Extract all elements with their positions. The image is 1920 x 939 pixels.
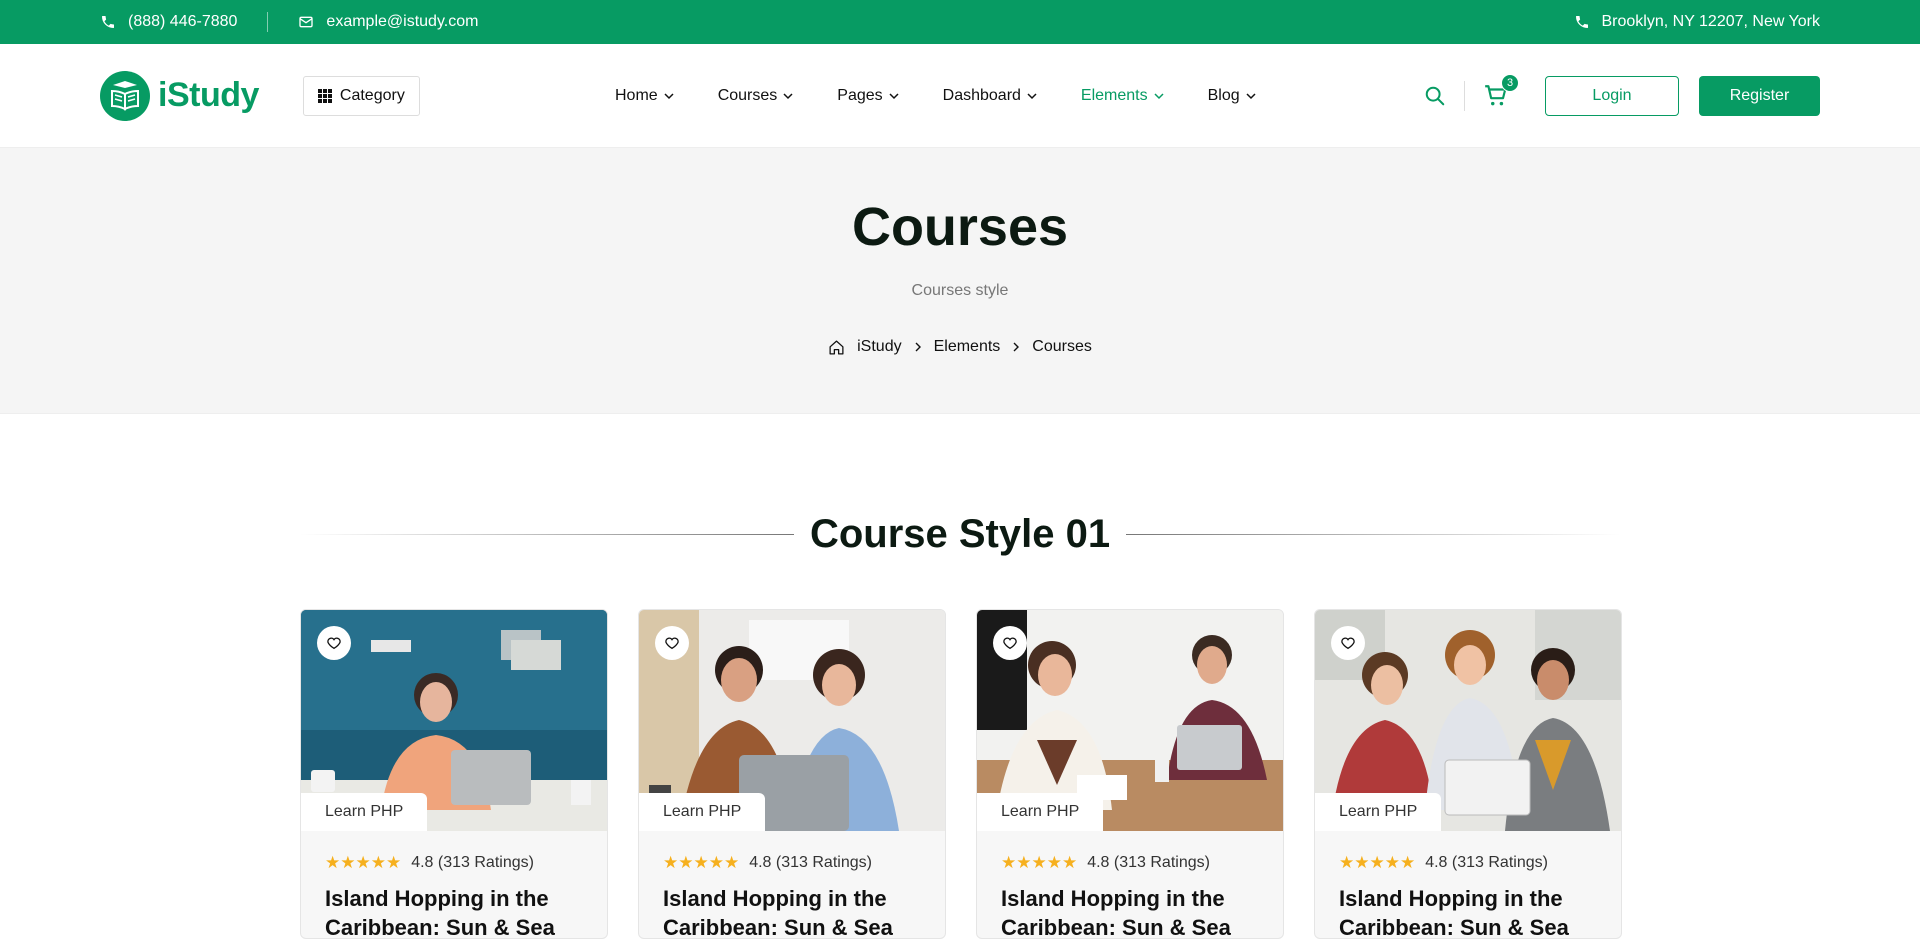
section-divider-left [300, 534, 794, 535]
login-button[interactable]: Login [1545, 76, 1679, 116]
topbar-phone-text: (888) 446-7880 [128, 13, 238, 30]
page-title: Courses [851, 197, 1069, 257]
wishlist-button[interactable] [655, 626, 689, 660]
topbar-email[interactable]: example@istudy.com [298, 13, 478, 31]
section-header: Course Style 01 [300, 512, 1621, 557]
logo-book-icon [100, 70, 150, 121]
chevron-right-icon [915, 342, 921, 352]
header-actions: 3 Login Register [1424, 44, 1820, 148]
section-title: Course Style 01 [809, 512, 1111, 556]
mail-icon [299, 16, 314, 28]
course-category-tag[interactable]: Learn PHP [639, 793, 766, 831]
rating-text: 4.8 (313 Ratings) [1425, 854, 1548, 871]
category-button[interactable]: Category [302, 75, 420, 116]
chevron-right-icon [1013, 342, 1020, 352]
section-divider-right [1126, 534, 1621, 535]
course-category-tag[interactable]: Learn PHP [1315, 793, 1442, 831]
chevron-down-icon [1154, 93, 1164, 100]
course-title[interactable]: Island Hopping in the Caribbean: Sun & S… [977, 873, 1283, 938]
nav-label: Courses [717, 87, 778, 104]
rating-stars: ★★★★★ [1339, 853, 1416, 872]
logo-text: iStudy [158, 76, 259, 114]
chevron-down-icon [783, 93, 793, 100]
rating-stars: ★★★★★ [1001, 853, 1078, 872]
course-card[interactable]: Learn PHP ★★★★★ 4.8 (313 Ratings) Island… [300, 609, 608, 939]
course-image[interactable]: Learn PHP [639, 610, 945, 831]
course-rating: ★★★★★ 4.8 (313 Ratings) [1315, 831, 1621, 873]
cart-count-badge: 3 [1501, 74, 1519, 92]
phone-icon [102, 16, 114, 28]
heart-icon [327, 637, 341, 650]
heart-icon [1003, 637, 1017, 650]
course-rating: ★★★★★ 4.8 (313 Ratings) [977, 831, 1283, 873]
chevron-down-icon [1027, 93, 1037, 100]
course-image[interactable]: Learn PHP [1315, 610, 1621, 831]
nav-label: Home [615, 87, 658, 104]
nav-label: Elements [1080, 87, 1148, 104]
topbar-divider [267, 12, 269, 32]
page-subtitle: Courses style [911, 282, 1009, 299]
nav-item-pages[interactable]: Pages [837, 87, 899, 105]
chevron-down-icon [1246, 93, 1256, 100]
topbar: (888) 446-7880 example@istudy.com Brookl… [0, 0, 1920, 44]
rating-stars: ★★★★★ [663, 853, 740, 872]
rating-text: 4.8 (313 Ratings) [749, 854, 872, 871]
home-icon[interactable] [828, 339, 845, 356]
cart-button[interactable]: 3 [1483, 74, 1519, 109]
main-header: iStudy Category Home Courses Pages Dashb… [0, 44, 1920, 148]
breadcrumb-item-istudy[interactable]: iStudy [857, 338, 901, 356]
topbar-phone[interactable]: (888) 446-7880 [100, 13, 237, 31]
course-rating: ★★★★★ 4.8 (313 Ratings) [301, 831, 607, 873]
breadcrumb-item-elements[interactable]: Elements [934, 338, 1001, 356]
register-button[interactable]: Register [1699, 76, 1820, 116]
rating-text: 4.8 (313 Ratings) [411, 854, 534, 871]
chevron-down-icon [664, 93, 674, 100]
course-card[interactable]: Learn PHP ★★★★★ 4.8 (313 Ratings) Island… [638, 609, 946, 939]
heart-icon [665, 637, 679, 650]
wishlist-button[interactable] [1331, 626, 1365, 660]
course-card[interactable]: Learn PHP ★★★★★ 4.8 (313 Ratings) Island… [976, 609, 1284, 939]
nav-item-home[interactable]: Home [615, 87, 674, 105]
nav-label: Dashboard [942, 87, 1021, 104]
topbar-address-text: Brooklyn, NY 12207, New York [1601, 13, 1821, 30]
topbar-address: Brooklyn, NY 12207, New York [1574, 13, 1821, 31]
nav-item-courses[interactable]: Courses [718, 87, 794, 105]
header-divider [1464, 81, 1465, 111]
course-category-tag[interactable]: Learn PHP [301, 793, 428, 831]
breadcrumb: iStudy Elements Courses [828, 338, 1092, 356]
nav-label: Pages [837, 87, 883, 104]
search-icon[interactable] [1424, 85, 1446, 107]
main-nav: Home Courses Pages Dashboard Elements Bl… [615, 44, 1256, 148]
logo[interactable]: iStudy [100, 70, 259, 121]
nav-item-dashboard[interactable]: Dashboard [943, 87, 1037, 105]
course-title[interactable]: Island Hopping in the Caribbean: Sun & S… [639, 873, 945, 938]
course-category-tag[interactable]: Learn PHP [977, 793, 1104, 831]
course-title[interactable]: Island Hopping in the Caribbean: Sun & S… [301, 873, 607, 938]
page-hero: Courses Courses style iStudy Elements Co… [0, 148, 1920, 414]
nav-label: Blog [1207, 87, 1240, 104]
topbar-email-text: example@istudy.com [326, 13, 479, 30]
course-image[interactable]: Learn PHP [301, 610, 607, 831]
breadcrumb-item-current: Courses [1032, 338, 1092, 355]
chevron-down-icon [889, 93, 899, 100]
grid-icon [317, 88, 332, 103]
phone-icon [1575, 16, 1588, 28]
nav-item-elements[interactable]: Elements [1081, 87, 1164, 105]
course-image[interactable]: Learn PHP [977, 610, 1283, 831]
heart-icon [1341, 637, 1355, 650]
rating-text: 4.8 (313 Ratings) [1087, 854, 1210, 871]
wishlist-button[interactable] [317, 626, 351, 660]
course-card-list: Learn PHP ★★★★★ 4.8 (313 Ratings) Island… [300, 609, 1622, 939]
course-rating: ★★★★★ 4.8 (313 Ratings) [639, 831, 945, 873]
course-title[interactable]: Island Hopping in the Caribbean: Sun & S… [1315, 873, 1621, 938]
nav-item-blog[interactable]: Blog [1208, 87, 1256, 105]
course-card[interactable]: Learn PHP ★★★★★ 4.8 (313 Ratings) Island… [1314, 609, 1622, 939]
rating-stars: ★★★★★ [325, 853, 402, 872]
category-label: Category [339, 86, 405, 104]
wishlist-button[interactable] [993, 626, 1027, 660]
